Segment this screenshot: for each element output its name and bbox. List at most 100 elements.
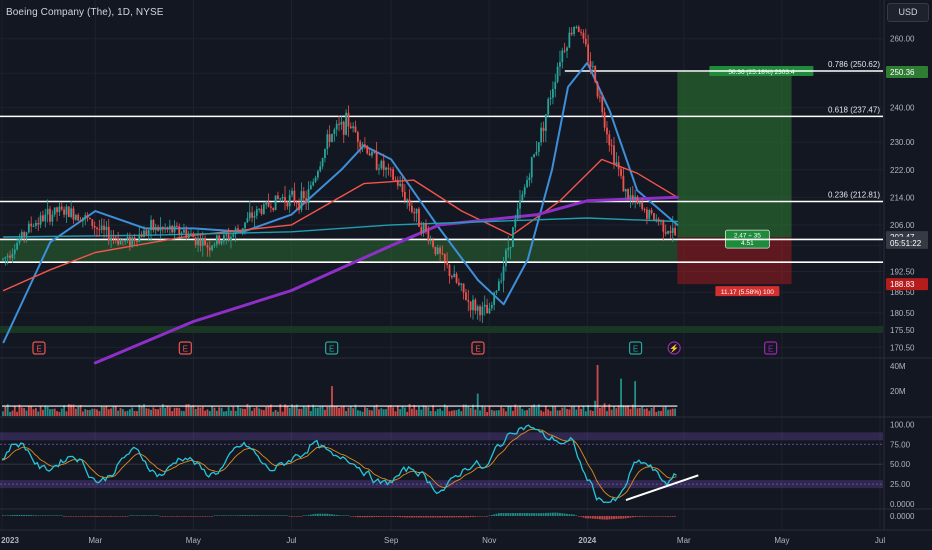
- candle-body: [540, 127, 543, 143]
- volume-bar: [655, 411, 658, 416]
- time-tick: 2024: [578, 536, 596, 545]
- volume-bar: [552, 405, 554, 416]
- price-tick: 192.50: [890, 268, 915, 277]
- volume-bar: [105, 405, 108, 416]
- candle-body: [497, 281, 500, 291]
- volume-bar: [411, 408, 413, 416]
- macd-tick: 0.0000: [890, 512, 915, 521]
- volume-bar: [352, 408, 355, 416]
- currency-button[interactable]: USD: [887, 3, 929, 22]
- macd-bar: [20, 514, 23, 516]
- macd-bar: [25, 514, 28, 516]
- candle-body: [458, 282, 460, 285]
- volume-bar: [302, 406, 305, 416]
- macd-bar: [138, 515, 141, 516]
- macd-bar: [380, 516, 383, 517]
- macd-bar: [458, 516, 460, 518]
- macd-bar: [244, 515, 246, 516]
- candle-body: [60, 206, 63, 210]
- candle-body: [349, 126, 352, 129]
- candle-body: [326, 134, 329, 149]
- volume-bar: [79, 405, 82, 416]
- volume-bar: [197, 407, 199, 416]
- candle-body: [594, 66, 597, 83]
- candle-body: [627, 189, 629, 199]
- macd-bar: [279, 515, 282, 516]
- candle-body: [472, 299, 474, 311]
- candle-body: [89, 217, 91, 220]
- macd-bar: [215, 515, 218, 516]
- volume-bar: [314, 407, 317, 416]
- volume-bar: [183, 411, 185, 416]
- candle-body: [610, 145, 613, 147]
- macd-bar: [662, 516, 665, 517]
- candle-body: [554, 81, 557, 89]
- macd-bar: [641, 516, 644, 517]
- candle-body: [601, 96, 604, 113]
- macd-bar: [35, 515, 37, 516]
- macd-bar: [587, 516, 590, 519]
- macd-bar: [469, 516, 472, 518]
- candle-body: [450, 276, 453, 278]
- candle-body: [378, 168, 380, 170]
- volume-bar: [429, 411, 432, 416]
- volume-bar: [420, 409, 423, 416]
- volume-bar: [399, 409, 402, 416]
- volume-bar: [406, 411, 409, 416]
- candle-body: [143, 230, 145, 238]
- macd-bar: [173, 516, 176, 517]
- volume-bar: [23, 408, 26, 416]
- chart-title: Boeing Company (The), 1D, NYSE: [6, 7, 164, 18]
- macd-bar: [298, 516, 300, 517]
- macd-bar: [86, 516, 89, 517]
- macd-bar: [194, 516, 197, 517]
- macd-bar: [51, 515, 54, 516]
- volume-bar: [93, 408, 96, 416]
- volume-bar: [385, 409, 387, 416]
- volume-bar: [453, 410, 456, 416]
- candle-body: [380, 160, 383, 169]
- macd-bar: [270, 515, 272, 516]
- candle-body: [173, 225, 176, 233]
- candle-body: [662, 220, 665, 232]
- macd-bar: [563, 513, 566, 516]
- candle-body: [112, 237, 115, 239]
- macd-bar: [542, 513, 545, 516]
- volume-bar: [321, 405, 324, 416]
- macd-bar: [486, 516, 488, 517]
- volume-bar: [674, 408, 676, 416]
- volume-bar: [267, 405, 270, 416]
- macd-bar: [2, 515, 4, 516]
- macd-bar: [199, 516, 202, 517]
- macd-bar: [347, 515, 350, 516]
- macd-bar: [46, 515, 49, 516]
- candle-body: [375, 152, 378, 170]
- volume-bar: [206, 409, 209, 416]
- volume-bar: [584, 411, 587, 416]
- candle-body: [86, 215, 89, 218]
- volume-bar: [145, 408, 148, 416]
- candle-body: [333, 129, 336, 134]
- rsi-band: [0, 432, 883, 441]
- candle-body: [465, 292, 467, 301]
- candle-body: [262, 204, 265, 214]
- macd-bar: [225, 515, 228, 516]
- volume-bar: [253, 408, 256, 416]
- volume-bar: [657, 410, 660, 416]
- macd-bar: [608, 516, 611, 520]
- volume-bar: [11, 410, 14, 416]
- candle-body: [368, 153, 371, 156]
- volume-bar: [91, 408, 94, 416]
- candle-body: [448, 264, 451, 277]
- volume-bar: [497, 410, 500, 416]
- candle-body: [178, 226, 181, 235]
- volume-bar: [274, 409, 277, 416]
- volume-bar: [530, 405, 533, 416]
- candle-body: [307, 189, 310, 204]
- volume-bar: [180, 410, 183, 416]
- volume-bar: [86, 409, 89, 416]
- macd-bar: [411, 516, 413, 518]
- chart-canvas[interactable]: 50.36 (25.18%) 2303.4 11.17 (5.58%) 100 2.…: [0, 0, 932, 550]
- volume-bar: [347, 407, 350, 416]
- rsi-tick: 50.00: [890, 460, 911, 469]
